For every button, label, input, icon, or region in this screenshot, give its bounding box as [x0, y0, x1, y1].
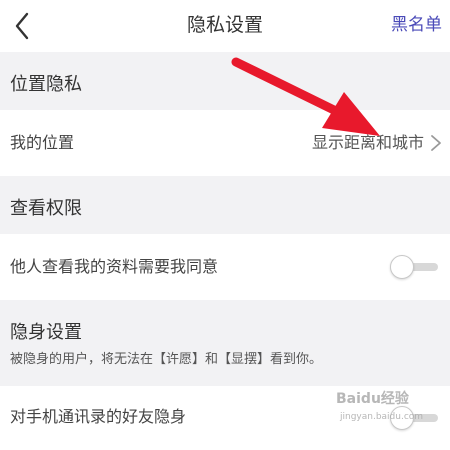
section-title: 位置隐私 [10, 74, 82, 95]
row-label: 对手机通讯录的好友隐身 [10, 407, 187, 426]
watermark-logo: Baidu经验 [336, 391, 409, 407]
section-view-permissions: 查看权限 [0, 176, 450, 234]
profile-consent-row: 他人查看我的资料需要我同意 [0, 234, 450, 300]
section-location-privacy: 位置隐私 [0, 52, 450, 110]
location-value: 显示距离和城市 [311, 133, 424, 152]
my-location-row[interactable]: 我的位置 显示距离和城市 [0, 110, 450, 176]
profile-consent-toggle[interactable] [390, 255, 440, 279]
section-title: 查看权限 [10, 198, 82, 219]
toggle-knob [390, 255, 414, 279]
section-stealth-settings: 隐身设置 被隐身的用户，将无法在【许愿】和【显摆】看到你。 [0, 300, 450, 386]
row-label: 我的位置 [10, 133, 75, 152]
row-label: 他人查看我的资料需要我同意 [10, 257, 219, 276]
nav-bar: 隐私设置 黑名单 [0, 0, 450, 52]
section-title: 隐身设置 [10, 322, 82, 343]
watermark-url: jingyan.baidu.com [340, 412, 424, 422]
section-description: 被隐身的用户，将无法在【许愿】和【显摆】看到你。 [10, 352, 323, 367]
blacklist-link[interactable]: 黑名单 [391, 0, 442, 52]
chevron-right-icon [431, 135, 441, 151]
page-title: 隐私设置 [186, 14, 263, 36]
